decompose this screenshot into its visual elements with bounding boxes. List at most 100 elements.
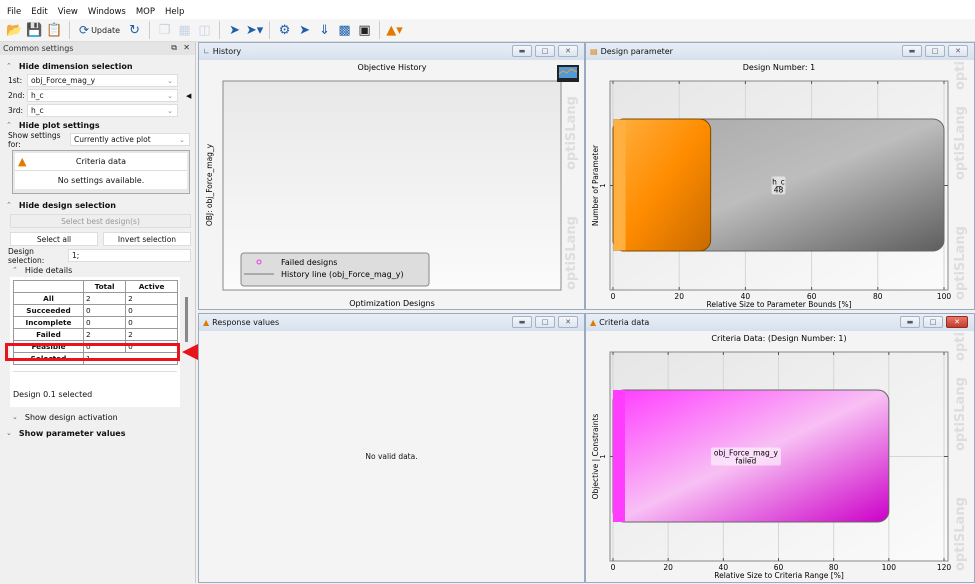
x-axis-label: Relative Size to Criteria Range [%] <box>714 571 844 580</box>
close-button[interactable]: ✕ <box>946 316 968 328</box>
history-plot: optiSLang optiSLang Objective History OB… <box>205 63 579 308</box>
plot-menu-icon[interactable]: ➤▾ <box>246 22 263 39</box>
x-tick-label: 0 <box>611 563 616 572</box>
dimension-section-toggle[interactable]: ⌃ Hide dimension selection <box>0 59 195 73</box>
design-parameter-chart: optiSLang optiSLang optiSLang Design Number… <box>591 16 968 309</box>
maximize-button[interactable]: □ <box>923 316 943 328</box>
scrollbar[interactable] <box>185 297 188 342</box>
y-axis-label: OBJ: obj_Force_mag_y <box>205 143 214 226</box>
swap-arrow-icon[interactable]: ◀ <box>186 92 191 100</box>
window-titlebar[interactable]: ▤ Design parameter ▬ □ ✕ <box>586 43 974 60</box>
watermark: optiSLang <box>953 106 968 180</box>
close-button[interactable]: ✕ <box>558 45 578 57</box>
criteria-menu-icon[interactable]: ▲▾ <box>386 22 403 39</box>
update-button[interactable]: ⟳ Update <box>76 23 123 37</box>
select-best-button[interactable]: Select best design(s) <box>10 214 191 228</box>
x-axis-label: Optimization Designs <box>349 299 435 308</box>
section-label: Show parameter values <box>18 428 126 438</box>
x-tick-label: 120 <box>937 563 952 572</box>
legend-item: Failed designs <box>281 258 337 267</box>
watermark: optiSLang <box>953 377 968 451</box>
section-label: Hide dimension selection <box>18 61 133 71</box>
legend: Failed designs History line (obj_Force_m… <box>240 252 430 287</box>
section-label: Hide plot settings <box>18 120 100 130</box>
chevron-down-icon: ⌄ <box>12 413 18 421</box>
float-icon[interactable]: ⧉ <box>171 43 177 53</box>
gear-icon[interactable]: ⚙ <box>276 22 293 39</box>
cell: 0 <box>82 316 127 329</box>
dim-value: h_c <box>31 106 44 115</box>
select-all-button[interactable]: Select all <box>10 232 98 246</box>
value-bar <box>612 118 712 252</box>
menu-file[interactable]: File <box>5 7 29 17</box>
sync-icon[interactable]: ↻ <box>126 22 143 39</box>
section-label: Show design activation <box>24 412 118 422</box>
save-icon[interactable]: 💾 <box>26 22 43 39</box>
minimize-button[interactable]: ▬ <box>512 45 532 57</box>
menu-mop[interactable]: MOP <box>134 7 163 17</box>
minimize-button[interactable]: ▬ <box>900 316 920 328</box>
window-title: Response values <box>212 318 280 327</box>
cascade-icon[interactable]: ❐ <box>156 22 173 39</box>
chevron-down-icon: ⌄ <box>179 135 185 144</box>
window-titlebar[interactable]: ∟ History ▬ □ ✕ <box>199 43 584 60</box>
maximize-button[interactable]: □ <box>535 45 555 57</box>
window-title: Criteria data <box>599 318 650 327</box>
menu-edit[interactable]: Edit <box>29 7 55 17</box>
maximize-button[interactable]: □ <box>925 45 945 57</box>
criteria-plot-icon: ▲ <box>590 318 597 327</box>
toolbar-separator <box>219 21 221 39</box>
col-header-total: Total <box>82 280 127 293</box>
param-values-section-toggle[interactable]: ⌄ Show parameter values <box>0 426 195 440</box>
toolbar-separator <box>269 21 271 39</box>
dim-2nd-select[interactable]: h_c ⌄ <box>27 89 178 102</box>
x-tick-label: 100 <box>937 292 952 301</box>
layout-icon[interactable]: ◫ <box>196 22 213 39</box>
tile-icon[interactable]: ▦ <box>176 22 193 39</box>
dim-row: 1st: obj_Force_mag_y ⌄ <box>0 73 195 88</box>
matrix-icon[interactable]: ▣ <box>356 22 373 39</box>
dim-3rd-select[interactable]: h_c ⌄ <box>27 104 178 117</box>
value-bar-corner <box>613 119 626 251</box>
menu-view[interactable]: View <box>56 7 86 17</box>
minimize-button[interactable]: ▬ <box>512 316 532 328</box>
chevron-up-icon: ⌃ <box>6 62 12 70</box>
design-section-toggle[interactable]: ⌃ Hide design selection <box>0 198 195 212</box>
window-title: History <box>212 47 242 56</box>
design-selection-input[interactable]: 1; <box>68 249 191 262</box>
parameter-plot-icon: ▤ <box>590 47 598 56</box>
no-settings-text: No settings available. <box>15 171 187 189</box>
save-as-icon[interactable]: 📋 <box>46 22 63 39</box>
show-settings-select[interactable]: Currently active plot ⌄ <box>70 133 190 146</box>
x-tick-label: 100 <box>882 563 897 572</box>
window-titlebar[interactable]: ▲ Response values ▬ □ ✕ <box>199 314 584 331</box>
open-folder-icon[interactable]: 📂 <box>6 22 23 39</box>
dim-row: 2nd: h_c ⌄ ◀ <box>0 88 195 103</box>
menu-windows[interactable]: Windows <box>86 7 134 17</box>
minimize-button[interactable]: ▬ <box>902 45 922 57</box>
maximize-button[interactable]: □ <box>535 316 555 328</box>
dim-label: 2nd: <box>8 91 25 100</box>
dim-1st-select[interactable]: obj_Force_mag_y ⌄ <box>27 74 178 87</box>
table-row: Succeeded 0 0 <box>13 304 178 317</box>
close-button[interactable]: ✕ <box>558 316 578 328</box>
activation-section-toggle[interactable]: ⌄ Show design activation <box>0 410 195 424</box>
close-icon[interactable]: ✕ <box>183 43 190 52</box>
plot-add-icon[interactable]: ➤ <box>226 22 243 39</box>
close-button[interactable]: ✕ <box>948 45 968 57</box>
cell: 2 <box>82 292 127 305</box>
design-selection-label: Design selection: <box>8 246 45 265</box>
details-section-toggle[interactable]: ⌃ Hide details <box>0 263 195 277</box>
response-plot-icon: ▲ <box>203 318 210 327</box>
window-titlebar[interactable]: ▲ Criteria data ▬ □ ✕ <box>586 314 974 331</box>
scatter-icon[interactable]: ▩ <box>336 22 353 39</box>
arrow-tool-icon[interactable]: ➤ <box>296 22 313 39</box>
menu-help[interactable]: Help <box>163 7 192 17</box>
dim-row: 3rd: h_c ⌄ <box>0 103 195 118</box>
plot-type-icon[interactable] <box>557 65 579 82</box>
filter-icon[interactable]: ⇓ <box>316 22 333 39</box>
invert-selection-button[interactable]: Invert selection <box>103 232 191 246</box>
chevron-down-icon: ⌄ <box>6 429 12 437</box>
y-axis-label: Number of Parameter <box>591 144 600 226</box>
col-header-active: Active <box>125 280 178 293</box>
